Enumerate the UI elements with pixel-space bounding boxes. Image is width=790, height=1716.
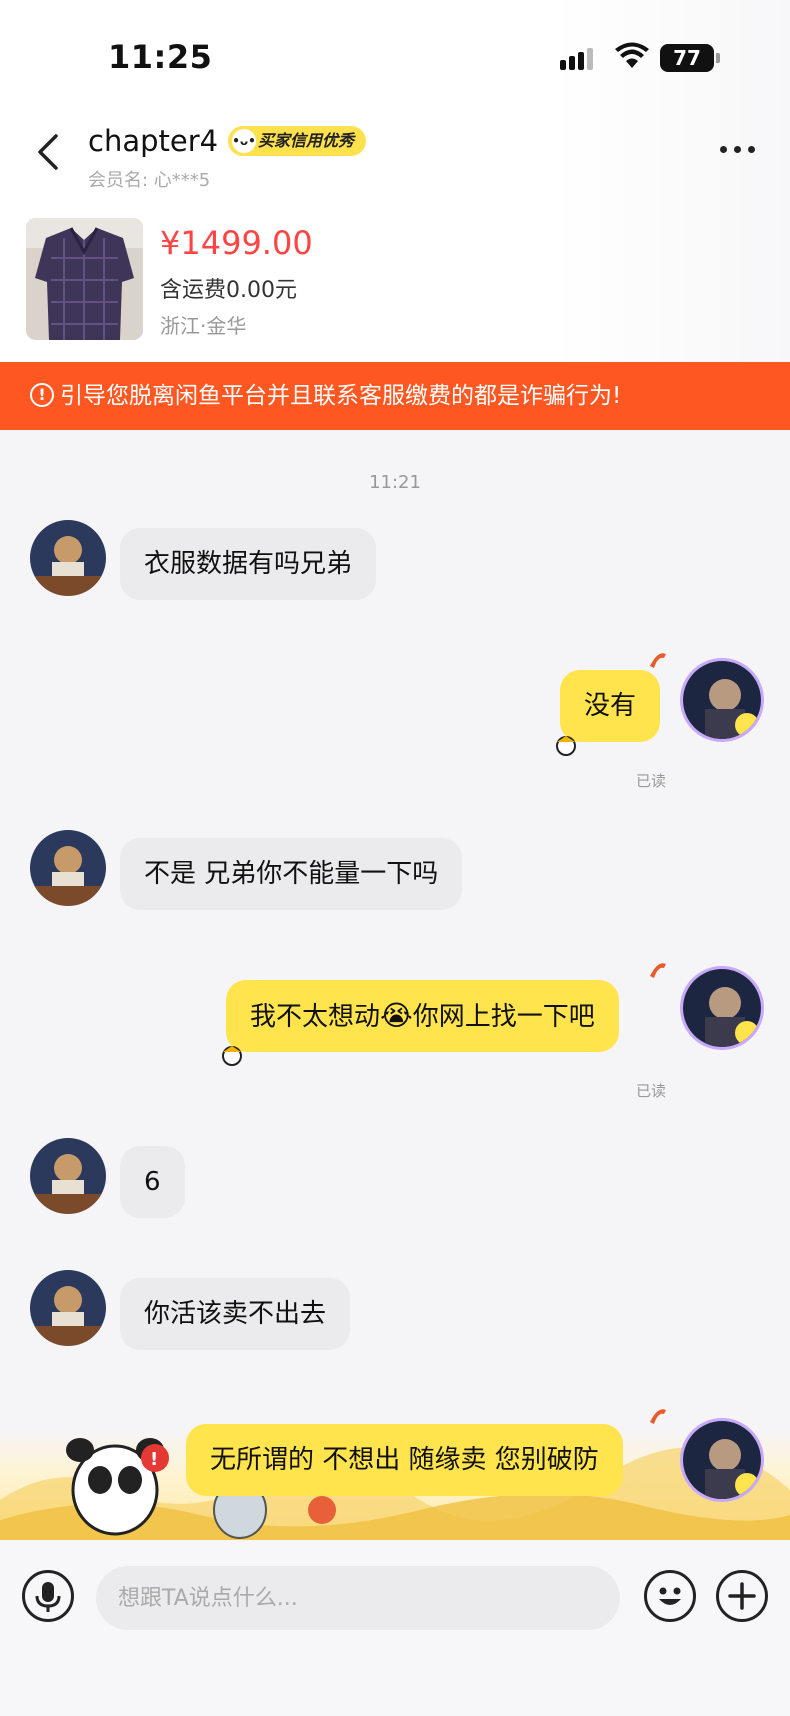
bubble-decoration-icon xyxy=(650,653,666,668)
bubble-decoration-icon xyxy=(556,736,576,756)
message-bubble[interactable]: 6 xyxy=(120,1146,185,1218)
message-bubble[interactable]: 衣服数据有吗兄弟 xyxy=(120,528,377,600)
message-bubble[interactable]: 无所谓的 不想出 随缘卖 您别破防 xyxy=(186,1424,623,1496)
contact-avatar[interactable] xyxy=(30,830,106,906)
my-avatar[interactable] xyxy=(680,1418,764,1502)
bubble-decoration-icon xyxy=(650,963,666,978)
chat-timestamp: 11:21 xyxy=(369,472,421,493)
chat-header: chapter4 •ᴗ• 买家信用优秀 会员名: 心***5 xyxy=(0,110,790,200)
emoji-icon[interactable] xyxy=(644,1570,696,1622)
shipping-info: 含运费0.00元 xyxy=(160,278,297,303)
product-price: ¥1499.00 xyxy=(160,224,313,262)
message-bubble[interactable]: 没有 xyxy=(560,670,661,742)
mic-icon[interactable] xyxy=(22,1570,74,1622)
svg-text:!: ! xyxy=(150,1449,158,1470)
chat-area[interactable]: 11:21 衣服数据有吗兄弟 没有 已读 不是 兄弟你不能量一下吗 我不太想动😭… xyxy=(0,430,790,1540)
contact-avatar[interactable] xyxy=(30,1138,106,1214)
message-bubble[interactable]: 你活该卖不出去 xyxy=(120,1278,351,1350)
bubble-decoration-icon xyxy=(222,1046,242,1066)
message-text: 你网上找一下吧 xyxy=(412,1002,595,1032)
fraud-warning-text: 引导您脱离闲鱼平台并且联系客服缴费的都是诈骗行为! xyxy=(60,383,622,409)
back-icon[interactable] xyxy=(30,130,70,174)
contact-avatar[interactable] xyxy=(30,1270,106,1346)
my-avatar[interactable] xyxy=(680,658,764,742)
fish-face-icon: •ᴗ• xyxy=(232,129,256,153)
read-status: 已读 xyxy=(636,1082,667,1100)
wifi-icon xyxy=(615,42,649,68)
status-time: 11:25 xyxy=(108,38,213,76)
status-bar: 11:25 77 xyxy=(0,0,790,110)
product-location: 浙江·金华 xyxy=(160,314,247,338)
fraud-warning-banner: ! 引导您脱离闲鱼平台并且联系客服缴费的都是诈骗行为! xyxy=(0,362,790,430)
message-input[interactable] xyxy=(96,1566,620,1630)
more-icon[interactable] xyxy=(720,146,755,153)
battery-indicator: 77 xyxy=(660,44,720,72)
credit-badge: •ᴗ• 买家信用优秀 xyxy=(228,126,367,156)
contact-nickname[interactable]: chapter4 xyxy=(88,124,218,158)
plus-icon[interactable] xyxy=(716,1570,768,1622)
credit-badge-label: 买家信用优秀 xyxy=(258,131,355,150)
product-card[interactable]: ¥1499.00 含运费0.00元 浙江·金华 xyxy=(0,214,790,344)
warning-icon: ! xyxy=(30,382,54,407)
member-name: 会员名: 心***5 xyxy=(88,170,211,191)
crying-laugh-emoji-icon: 😭 xyxy=(380,999,413,1032)
header-area: 11:25 77 chapter4 •ᴗ• 买家信用优秀 会员名: 心***5 xyxy=(0,0,790,362)
input-bar xyxy=(0,1540,790,1716)
read-status: 已读 xyxy=(636,772,667,790)
product-image[interactable] xyxy=(26,218,143,340)
message-bubble[interactable]: 不是 兄弟你不能量一下吗 xyxy=(120,838,463,910)
my-avatar[interactable] xyxy=(680,966,764,1050)
message-text: 我不太想动 xyxy=(250,1002,381,1032)
message-bubble[interactable]: 我不太想动😭你网上找一下吧 xyxy=(226,980,619,1052)
contact-avatar[interactable] xyxy=(30,520,106,596)
bubble-decoration-icon xyxy=(650,1409,666,1424)
signal-icon xyxy=(560,48,593,70)
